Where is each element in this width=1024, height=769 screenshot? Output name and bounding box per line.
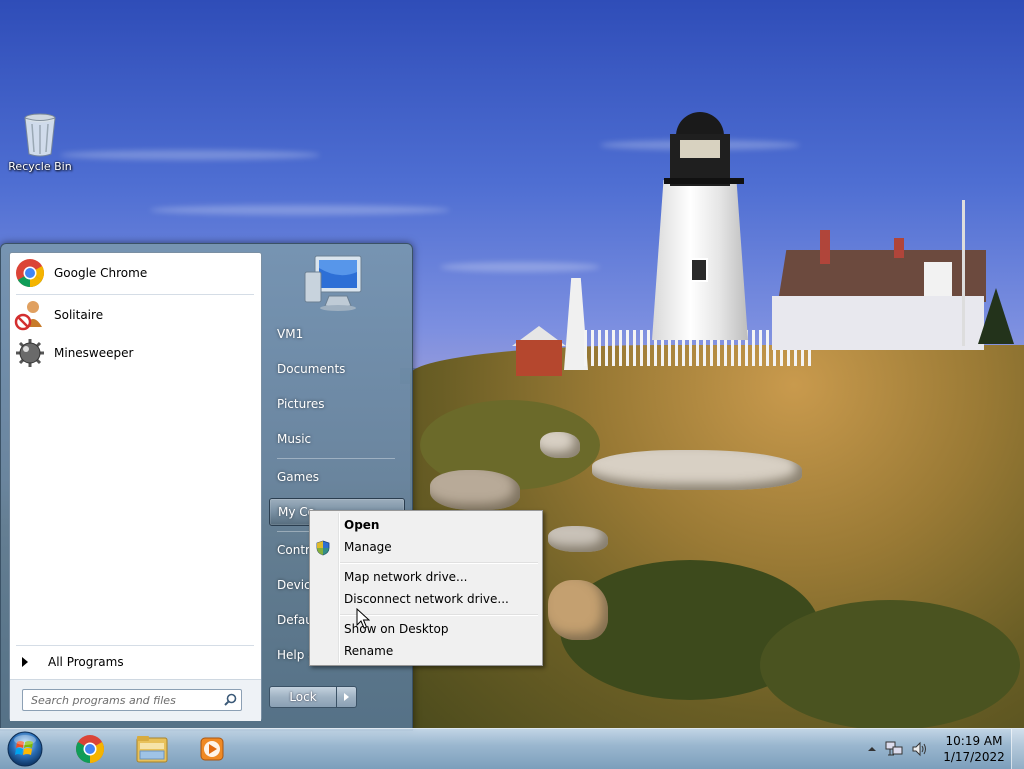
rock	[430, 470, 520, 510]
start-item-label: VM1	[277, 327, 304, 341]
taskbar: 10:19 AM 1/17/2022	[0, 728, 1024, 769]
context-item-map-network-drive[interactable]: Map network drive...	[344, 567, 468, 587]
search-box[interactable]	[22, 689, 242, 711]
all-programs-label: All Programs	[48, 655, 124, 669]
separator	[340, 562, 538, 564]
context-item-label: Disconnect network drive...	[344, 592, 509, 606]
context-item-rename[interactable]: Rename	[344, 641, 393, 661]
start-item-label: Games	[277, 470, 319, 484]
lock-button[interactable]: Lock	[269, 686, 337, 708]
solitaire-icon	[14, 301, 42, 331]
show-desktop-button[interactable]	[1011, 729, 1024, 769]
start-item-games[interactable]: Games	[269, 463, 405, 491]
cloud-streak	[60, 150, 320, 160]
windows-explorer-icon	[136, 736, 168, 763]
start-menu-programs-pane: Google Chrome Solitaire Minesweeper All …	[9, 252, 262, 721]
volume-icon	[912, 741, 926, 757]
context-item-open[interactable]: Open	[344, 515, 379, 535]
system-clock[interactable]: 10:19 AM 1/17/2022	[937, 733, 1011, 765]
flag-pole	[962, 200, 965, 346]
separator	[16, 294, 254, 295]
taskbar-chrome-button[interactable]	[62, 731, 118, 767]
cloud-streak	[150, 205, 450, 215]
computer-icon	[304, 255, 362, 311]
desktop-icon-label: Recycle Bin	[8, 160, 72, 173]
context-menu: Open Manage Map network drive... Disconn…	[309, 510, 543, 666]
search-area	[10, 679, 261, 721]
network-tray-button[interactable]	[885, 741, 903, 757]
clock-date: 1/17/2022	[943, 750, 1005, 764]
mouse-cursor-icon	[356, 608, 370, 629]
red-shed	[516, 340, 562, 376]
start-item-label: Pictures	[277, 397, 325, 411]
context-item-label: Manage	[344, 540, 392, 554]
search-input[interactable]	[29, 692, 223, 708]
media-player-icon	[200, 737, 224, 761]
taskbar-media-player-button[interactable]	[184, 731, 240, 767]
context-item-label: Rename	[344, 644, 394, 658]
cloud-streak	[440, 262, 600, 272]
pinned-program-solitaire[interactable]: Solitaire	[12, 297, 257, 333]
notification-area: 10:19 AM 1/17/2022	[867, 729, 1024, 769]
start-item-label: Documents	[277, 362, 346, 376]
bush	[760, 600, 1020, 728]
rock	[548, 580, 608, 640]
uac-shield-icon	[316, 540, 330, 556]
lighthouse-rail	[664, 178, 744, 184]
lighthouse-cap	[676, 112, 724, 136]
chrome-icon	[16, 259, 44, 287]
program-label: Solitaire	[54, 308, 104, 322]
start-item-documents[interactable]: Documents	[269, 355, 405, 383]
chevron-up-icon	[868, 747, 876, 751]
lock-label: Lock	[289, 690, 317, 704]
recycle-bin-icon	[24, 113, 56, 157]
chrome-icon	[76, 735, 104, 763]
start-item-user-vm1[interactable]: VM1	[269, 320, 405, 348]
all-programs-button[interactable]: All Programs	[16, 651, 254, 673]
context-item-label: Map network drive...	[344, 570, 468, 584]
rock	[540, 432, 580, 458]
start-item-music[interactable]: Music	[269, 425, 405, 453]
rock	[592, 450, 802, 490]
volume-tray-button[interactable]	[911, 741, 929, 757]
arrow-right-icon	[344, 693, 349, 701]
pinned-program-minesweeper[interactable]: Minesweeper	[12, 335, 257, 371]
program-label: Minesweeper	[54, 346, 134, 360]
context-item-disconnect-network-drive[interactable]: Disconnect network drive...	[344, 589, 509, 609]
chimney	[894, 238, 904, 258]
search-icon[interactable]	[224, 693, 237, 706]
arrow-right-icon	[22, 657, 28, 667]
minesweeper-icon	[16, 339, 44, 367]
clock-time: 10:19 AM	[945, 734, 1003, 748]
keepers-house	[772, 296, 984, 350]
separator	[16, 645, 254, 646]
context-item-manage[interactable]: Manage	[344, 537, 392, 557]
desktop-icon-recycle-bin[interactable]: Recycle Bin	[4, 110, 76, 173]
start-item-label: Music	[277, 432, 312, 446]
shutdown-options-button[interactable]	[337, 686, 357, 708]
house-roof	[778, 250, 986, 302]
rock	[548, 526, 608, 552]
network-icon	[885, 741, 903, 756]
show-hidden-icons-button[interactable]	[867, 745, 877, 753]
start-item-pictures[interactable]: Pictures	[269, 390, 405, 418]
pinned-program-google-chrome[interactable]: Google Chrome	[12, 255, 257, 291]
dormer-window	[924, 262, 952, 296]
program-label: Google Chrome	[54, 266, 148, 280]
lighthouse-window	[690, 258, 708, 282]
separator	[277, 458, 395, 459]
context-item-label: Open	[344, 518, 380, 532]
menu-gutter	[338, 513, 340, 663]
taskbar-explorer-button[interactable]	[124, 731, 180, 767]
lighthouse-glass	[680, 140, 720, 158]
start-orb-icon[interactable]	[6, 730, 44, 768]
chimney	[820, 230, 830, 264]
